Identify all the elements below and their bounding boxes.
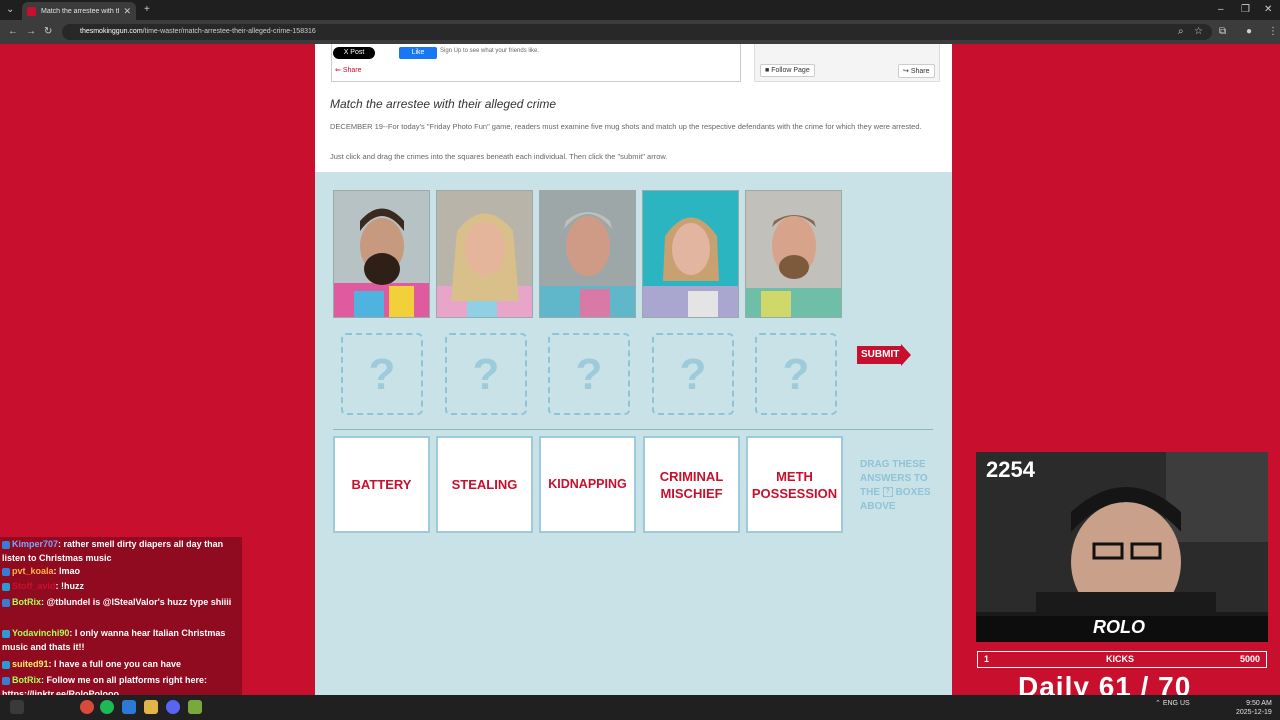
- profile-icon[interactable]: ●: [1246, 25, 1252, 39]
- url-host: thesmokinggun.com: [80, 28, 143, 35]
- restore-icon[interactable]: ❐: [1241, 3, 1250, 17]
- tray-chevron-icon[interactable]: ⌃: [1155, 700, 1163, 707]
- crime-card-4[interactable]: CRIMINAL MISCHIEF: [643, 436, 740, 533]
- drop-box-1[interactable]: ?: [341, 333, 423, 415]
- back-icon[interactable]: ←: [8, 25, 18, 39]
- tab-list-icon[interactable]: ⌄: [6, 3, 14, 17]
- chat-badge-icon: [2, 582, 10, 591]
- chat-user: Stoff_avid: [12, 581, 56, 591]
- streamer-logo: ROLO: [1093, 617, 1145, 637]
- url-path: /time-waster/match-arrestee-their-allege…: [142, 28, 316, 35]
- url-field[interactable]: thesmokinggun.com/time-waster/match-arre…: [62, 24, 1212, 40]
- stream-chat: Kimper707: rather smell dirty diapers al…: [0, 537, 242, 699]
- browser-tab[interactable]: Match the arrestee with their al ✕: [22, 2, 136, 20]
- chat-message: Stoff_avid: !huzz: [2, 579, 240, 593]
- forward-icon[interactable]: →: [26, 25, 36, 39]
- chat-message: Kimper707: rather smell dirty diapers al…: [2, 537, 240, 565]
- x-post-button[interactable]: X Post: [333, 47, 375, 59]
- taskbar-clock[interactable]: 9:50 AM 2025-12-19: [1236, 699, 1272, 717]
- article-instructions: Just click and drag the crimes into the …: [330, 152, 668, 161]
- chat-text: : I have a full one you can have: [48, 659, 182, 669]
- chat-message: Yodavinchi90: I only wanna hear Italian …: [2, 626, 240, 654]
- chat-user: BotRix: [12, 675, 41, 685]
- divider: [333, 429, 933, 430]
- chat-badge-icon: [2, 598, 10, 607]
- share-label: Share: [342, 67, 362, 74]
- chat-user: pvt_koala: [12, 566, 54, 576]
- reload-icon[interactable]: ↻: [44, 25, 52, 39]
- follow-page-label: Follow Page: [771, 67, 810, 74]
- drop-box-5[interactable]: ?: [755, 333, 837, 415]
- chat-badge-icon: [2, 567, 10, 576]
- app-v-icon[interactable]: [188, 700, 202, 714]
- tab-favicon-icon: [27, 6, 36, 16]
- chat-user: Kimper707: [12, 539, 59, 549]
- fb-share-label: Share: [910, 68, 930, 75]
- mugshot-4: [642, 190, 739, 318]
- streaming-app-icon[interactable]: [122, 700, 136, 714]
- new-tab-icon[interactable]: +: [144, 3, 150, 17]
- mini-box-icon: ?: [882, 487, 893, 498]
- article-title: Match the arrestee with their alleged cr…: [330, 97, 557, 111]
- tab-title: Match the arrestee with their al: [41, 7, 119, 15]
- follow-page-button[interactable]: ■ Follow Page: [760, 64, 815, 77]
- drag-instructions: DRAG THESE ANSWERS TO THE ? BOXES ABOVE: [860, 458, 932, 514]
- system-tray: ⌃ ENG US: [1155, 699, 1190, 707]
- article-description: DECEMBER 19--For today's "Friday Photo F…: [330, 122, 922, 131]
- extensions-icon[interactable]: ⧉: [1219, 25, 1226, 39]
- chat-text: : lmao: [53, 566, 81, 576]
- submit-label: SUBMIT: [861, 349, 900, 360]
- mugshot-1: [333, 190, 430, 318]
- clock-time: 9:50 AM: [1246, 700, 1272, 707]
- kicks-rank: 1: [984, 654, 990, 664]
- fb-like-text: Sign Up to see what your friends like.: [440, 48, 540, 54]
- kicks-label: KICKS: [1106, 654, 1135, 664]
- kicks-goal-bar: 1 KICKS 5000: [977, 651, 1267, 668]
- crime-card-5[interactable]: METH POSSESSION: [746, 436, 843, 533]
- bookmark-star-icon[interactable]: ☆: [1194, 25, 1203, 39]
- chat-user: Yodavinchi90: [12, 628, 70, 638]
- drop-box-2[interactable]: ?: [445, 333, 527, 415]
- mugshot-5: [745, 190, 842, 318]
- share-link[interactable]: ⇐ Share: [335, 66, 362, 74]
- crime-card-2[interactable]: STEALING: [436, 436, 533, 533]
- drop-box-3[interactable]: ?: [548, 333, 630, 415]
- tray-lang[interactable]: ENG: [1163, 700, 1178, 707]
- clock-date: 2025-12-19: [1236, 709, 1272, 716]
- drop-box-4[interactable]: ?: [652, 333, 734, 415]
- fb-like-button[interactable]: Like: [399, 47, 437, 59]
- tray-region: US: [1179, 700, 1190, 707]
- start-icon[interactable]: [10, 700, 24, 714]
- tab-close-icon[interactable]: ✕: [123, 6, 131, 17]
- chat-message: suited91: I have a full one you can have: [2, 657, 240, 671]
- window-close-icon[interactable]: ✕: [1264, 3, 1272, 17]
- chrome-icon[interactable]: [80, 700, 94, 714]
- menu-icon[interactable]: ⋮: [1268, 25, 1278, 39]
- file-explorer-icon[interactable]: [144, 700, 158, 714]
- chat-badge-icon: [2, 540, 10, 549]
- discord-icon[interactable]: [166, 700, 180, 714]
- chat-badge-icon: [2, 660, 10, 669]
- spotify-icon[interactable]: [100, 700, 114, 714]
- minimize-icon[interactable]: –: [1218, 3, 1224, 17]
- fb-share-button[interactable]: ↪ Share: [898, 64, 935, 78]
- chat-user: suited91: [12, 659, 49, 669]
- chat-text: : !huzz: [55, 581, 85, 591]
- chat-badge-icon: [2, 676, 10, 685]
- chat-message: BotRix: @tblundel is @lStealValor's huzz…: [2, 595, 240, 609]
- mugshot-3: [539, 190, 636, 318]
- browser-titlebar: [0, 0, 1280, 20]
- chat-badge-icon: [2, 629, 10, 638]
- crime-card-3[interactable]: KIDNAPPING: [539, 436, 636, 533]
- mugshot-2: [436, 190, 533, 318]
- kicks-goal: 5000: [1239, 654, 1260, 664]
- share-icon: ⇐: [335, 67, 343, 74]
- chat-user: BotRix: [12, 597, 41, 607]
- share-arrow-icon: ↪: [903, 68, 911, 75]
- viewer-count: 2254: [986, 457, 1035, 482]
- chat-message: pvt_koala: lmao: [2, 564, 240, 578]
- chat-text: : @tblundel is @lStealValor's huzz type …: [41, 597, 232, 607]
- zoom-icon[interactable]: ⌕: [1178, 25, 1184, 39]
- crime-card-1[interactable]: BATTERY: [333, 436, 430, 533]
